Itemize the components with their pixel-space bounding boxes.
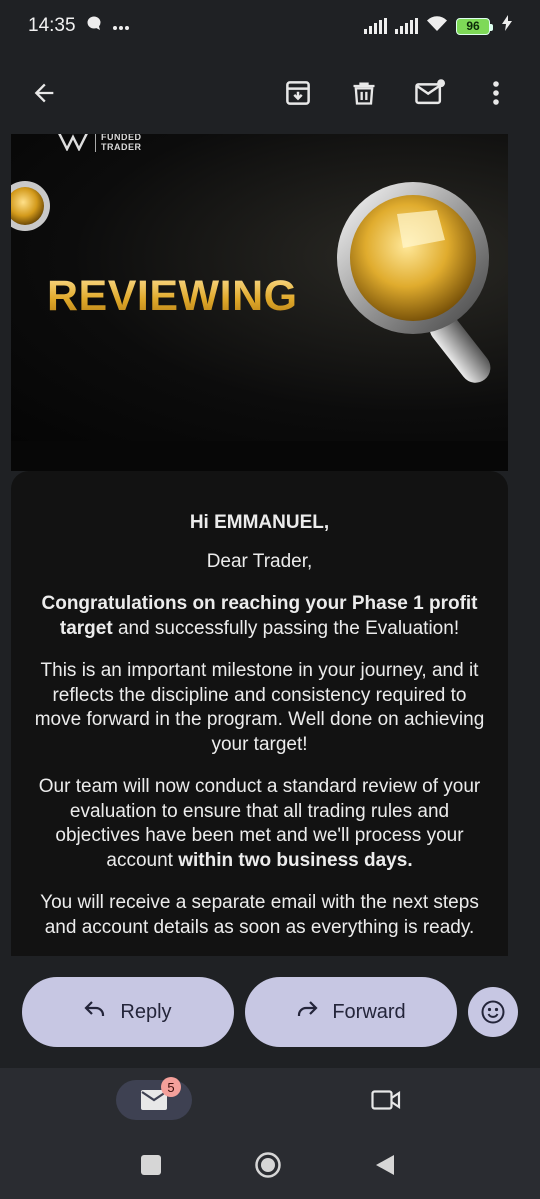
app-bar bbox=[0, 52, 540, 134]
paragraph-review: Our team will now conduct a standard rev… bbox=[31, 775, 488, 873]
reply-icon bbox=[84, 1000, 106, 1024]
more-dots-icon bbox=[112, 15, 130, 37]
chat-bubble-icon bbox=[86, 15, 102, 37]
nav-meet-tab[interactable] bbox=[362, 1080, 410, 1120]
small-magnifier-icon bbox=[11, 181, 50, 231]
salutation: Dear Trader, bbox=[206, 550, 313, 572]
congrats-text: and successfully passing the Evaluation! bbox=[112, 617, 460, 639]
battery-icon: 96 bbox=[456, 17, 493, 35]
mail-badge: 5 bbox=[161, 1077, 181, 1097]
nav-mail-tab[interactable]: 5 bbox=[116, 1077, 192, 1120]
forward-icon bbox=[296, 1000, 318, 1024]
greeting: Hi EMMANUEL, bbox=[189, 512, 330, 533]
paragraph-milestone: This is an important milestone in your j… bbox=[34, 660, 485, 755]
mark-unread-icon[interactable] bbox=[406, 69, 454, 117]
reply-button[interactable]: Reply bbox=[22, 977, 234, 1047]
home-icon[interactable] bbox=[254, 1151, 282, 1184]
back-arrow-icon[interactable] bbox=[20, 69, 68, 117]
brand-text-line1: FUNDED bbox=[101, 134, 142, 142]
forward-button[interactable]: Forward bbox=[245, 977, 457, 1047]
email-body: FUNDED TRADER REVIEWING Hi EMMANUEL, Dea… bbox=[0, 134, 540, 956]
banner-divider bbox=[11, 441, 508, 471]
reply-label: Reply bbox=[120, 1000, 172, 1023]
signal-icon bbox=[395, 18, 418, 34]
more-vert-icon[interactable] bbox=[472, 69, 520, 117]
email-message-card: Hi EMMANUEL, Dear Trader, Congratulation… bbox=[11, 471, 508, 956]
brand-logo-icon bbox=[58, 134, 88, 151]
system-navigation bbox=[0, 1134, 540, 1199]
bottom-navigation: 5 bbox=[0, 1068, 540, 1134]
wifi-icon bbox=[426, 15, 448, 38]
email-banner: FUNDED TRADER REVIEWING bbox=[11, 134, 508, 441]
delete-icon[interactable] bbox=[340, 69, 388, 117]
archive-icon[interactable] bbox=[274, 69, 322, 117]
recent-apps-icon[interactable] bbox=[140, 1154, 162, 1181]
status-time: 14:35 bbox=[28, 15, 76, 36]
paragraph-congrats: Congratulations on reaching your Phase 1… bbox=[31, 592, 488, 641]
back-triangle-icon[interactable] bbox=[374, 1153, 396, 1182]
action-bar: Reply Forward bbox=[0, 956, 540, 1068]
brand-text-line2: TRADER bbox=[101, 142, 142, 152]
paragraph-next-steps: You will receive a separate email with t… bbox=[40, 892, 479, 938]
charging-icon bbox=[502, 15, 512, 37]
brand-logo: FUNDED TRADER bbox=[57, 134, 142, 152]
forward-label: Forward bbox=[332, 1000, 406, 1023]
signal-icon bbox=[364, 18, 387, 34]
battery-level: 96 bbox=[466, 19, 480, 33]
magnifier-icon bbox=[337, 182, 491, 383]
video-camera-icon bbox=[371, 1090, 401, 1110]
banner-title: REVIEWING bbox=[47, 272, 298, 320]
status-bar: 14:35 96 bbox=[0, 0, 540, 52]
review-bold-text: within two business days. bbox=[178, 849, 413, 871]
emoji-icon bbox=[481, 1000, 505, 1024]
emoji-reaction-button[interactable] bbox=[468, 987, 518, 1037]
